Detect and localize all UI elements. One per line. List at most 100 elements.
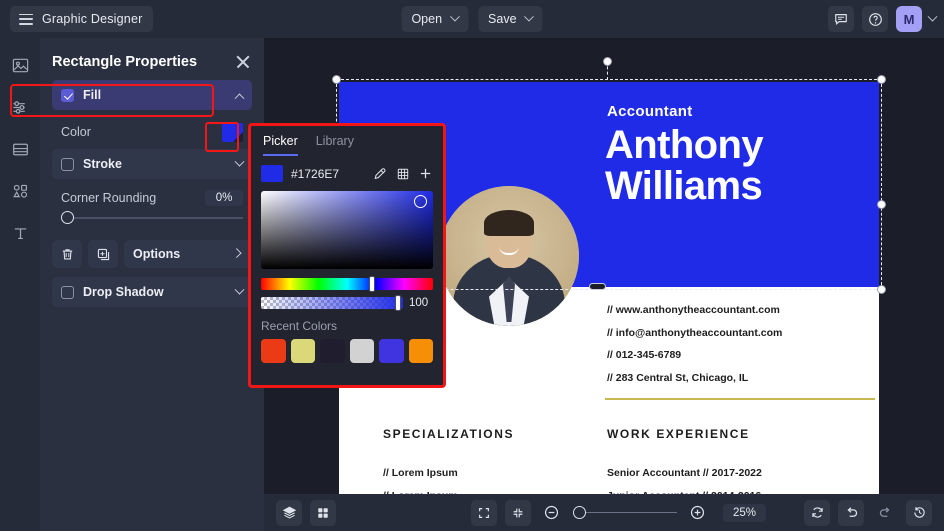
color-picker-popup[interactable]: Picker Library #1726E7: [248, 123, 446, 388]
sv-cursor[interactable]: [414, 195, 427, 208]
fit-screen-icon: [511, 506, 525, 520]
fill-checkbox[interactable]: [61, 89, 74, 102]
open-button[interactable]: Open: [401, 6, 468, 32]
zoom-track: [573, 512, 677, 514]
layers-button[interactable]: [276, 500, 302, 526]
header-right-actions: M: [828, 0, 936, 38]
hex-row: #1726E7: [251, 156, 443, 182]
handle-top-left[interactable]: [332, 75, 341, 84]
redo-button[interactable]: [872, 500, 898, 526]
sidebar-item-layout[interactable]: [7, 136, 33, 162]
specializations-title[interactable]: SPECIALIZATIONS: [383, 427, 514, 441]
close-icon[interactable]: [234, 53, 252, 71]
app-root: Graphic Designer Open Save: [0, 0, 944, 531]
image-icon: [11, 56, 30, 75]
account-chevron-down-icon[interactable]: [928, 11, 938, 21]
contact-item[interactable]: // info@anthonytheaccountant.com: [607, 327, 782, 339]
rotation-handle[interactable]: [603, 57, 612, 66]
list-item[interactable]: Senior Accountant // 2017-2022: [607, 467, 801, 479]
portrait-photo[interactable]: [439, 186, 579, 326]
drop-shadow-label: Drop Shadow: [83, 285, 164, 299]
sidebar-item-image[interactable]: [7, 52, 33, 78]
sliders-icon: [11, 98, 30, 117]
contact-item[interactable]: // www.anthonytheaccountant.com: [607, 304, 782, 316]
picker-tabs: Picker Library: [251, 126, 443, 156]
saturation-value-area[interactable]: [261, 191, 433, 269]
options-label: Options: [133, 247, 180, 261]
recent-color-swatch[interactable]: [350, 339, 375, 363]
work-experience-title[interactable]: WORK EXPERIENCE: [607, 427, 801, 441]
zoom-in-button[interactable]: [685, 500, 711, 526]
palette-grid-button[interactable]: [395, 166, 410, 181]
recent-color-swatch[interactable]: [291, 339, 316, 363]
object-actions: Options: [52, 240, 252, 268]
refresh-icon: [810, 505, 825, 520]
zoom-knob[interactable]: [573, 506, 586, 519]
add-color-button[interactable]: [418, 166, 433, 181]
role-text[interactable]: Accountant: [607, 103, 693, 120]
fill-color-swatch[interactable]: [222, 123, 243, 142]
drop-shadow-section-toggle[interactable]: Drop Shadow: [52, 277, 252, 307]
sidebar-item-adjustments[interactable]: [7, 94, 33, 120]
contact-item[interactable]: // 283 Central St, Chicago, IL: [607, 372, 782, 384]
hue-slider[interactable]: [261, 278, 433, 290]
name-line-1[interactable]: Anthony: [605, 125, 763, 165]
zoom-out-button[interactable]: [539, 500, 565, 526]
app-title-chip[interactable]: Graphic Designer: [10, 6, 153, 32]
zoom-slider[interactable]: [573, 506, 677, 520]
top-bar: Graphic Designer Open Save: [0, 0, 944, 38]
history-button[interactable]: [906, 500, 932, 526]
handle-bottom-right[interactable]: [877, 285, 886, 294]
undo-button[interactable]: [838, 500, 864, 526]
handle-bottom-center[interactable]: [589, 283, 606, 290]
grid-view-button[interactable]: [310, 500, 336, 526]
list-item[interactable]: // Lorem Ipsum: [383, 467, 514, 479]
fullscreen-button[interactable]: [471, 500, 497, 526]
tab-picker[interactable]: Picker: [263, 134, 298, 156]
stroke-checkbox[interactable]: [61, 158, 74, 171]
alpha-knob[interactable]: [395, 295, 401, 311]
duplicate-button[interactable]: [88, 240, 118, 268]
chevron-down-icon: [524, 11, 534, 21]
contact-item[interactable]: // 012-345-6789: [607, 349, 782, 361]
corner-rounding-label: Corner Rounding: [61, 191, 156, 205]
recent-colors-label: Recent Colors: [261, 319, 433, 333]
recent-colors-row: [261, 339, 433, 363]
eyedropper-icon: [373, 167, 387, 181]
eyedropper-button[interactable]: [372, 166, 387, 181]
delete-button[interactable]: [52, 240, 82, 268]
comment-button[interactable]: [828, 6, 854, 32]
name-line-2[interactable]: Williams: [605, 166, 762, 206]
options-button[interactable]: Options: [124, 240, 252, 268]
tab-library[interactable]: Library: [316, 134, 354, 156]
corner-rounding-slider[interactable]: [52, 208, 252, 228]
handle-top-right[interactable]: [877, 75, 886, 84]
zoom-level-value[interactable]: 25%: [723, 504, 766, 522]
hue-knob[interactable]: [369, 276, 375, 292]
corner-rounding-value[interactable]: 0%: [205, 190, 243, 206]
recent-color-swatch[interactable]: [261, 339, 286, 363]
help-button[interactable]: [862, 6, 888, 32]
sidebar-item-text[interactable]: [7, 220, 33, 246]
fill-section-toggle[interactable]: Fill: [52, 80, 252, 110]
chevron-down-icon: [235, 284, 245, 294]
recent-color-swatch[interactable]: [379, 339, 404, 363]
fit-screen-button[interactable]: [505, 500, 531, 526]
fill-label: Fill: [83, 88, 101, 102]
refresh-button[interactable]: [804, 500, 830, 526]
hex-value[interactable]: #1726E7: [291, 167, 339, 181]
alpha-slider[interactable]: [261, 297, 403, 309]
avatar[interactable]: M: [896, 6, 922, 32]
recent-color-swatch[interactable]: [320, 339, 345, 363]
drop-shadow-checkbox[interactable]: [61, 286, 74, 299]
handle-middle-right[interactable]: [877, 200, 886, 209]
color-label: Color: [61, 125, 91, 139]
sidebar-item-shapes[interactable]: [7, 178, 33, 204]
recent-color-swatch[interactable]: [409, 339, 434, 363]
hamburger-icon[interactable]: [19, 14, 33, 25]
current-color-swatch[interactable]: [261, 165, 283, 182]
slider-knob[interactable]: [61, 211, 74, 224]
stroke-section-toggle[interactable]: Stroke: [52, 149, 252, 179]
save-button[interactable]: Save: [478, 6, 543, 32]
page-title: Rectangle Properties: [52, 54, 197, 70]
